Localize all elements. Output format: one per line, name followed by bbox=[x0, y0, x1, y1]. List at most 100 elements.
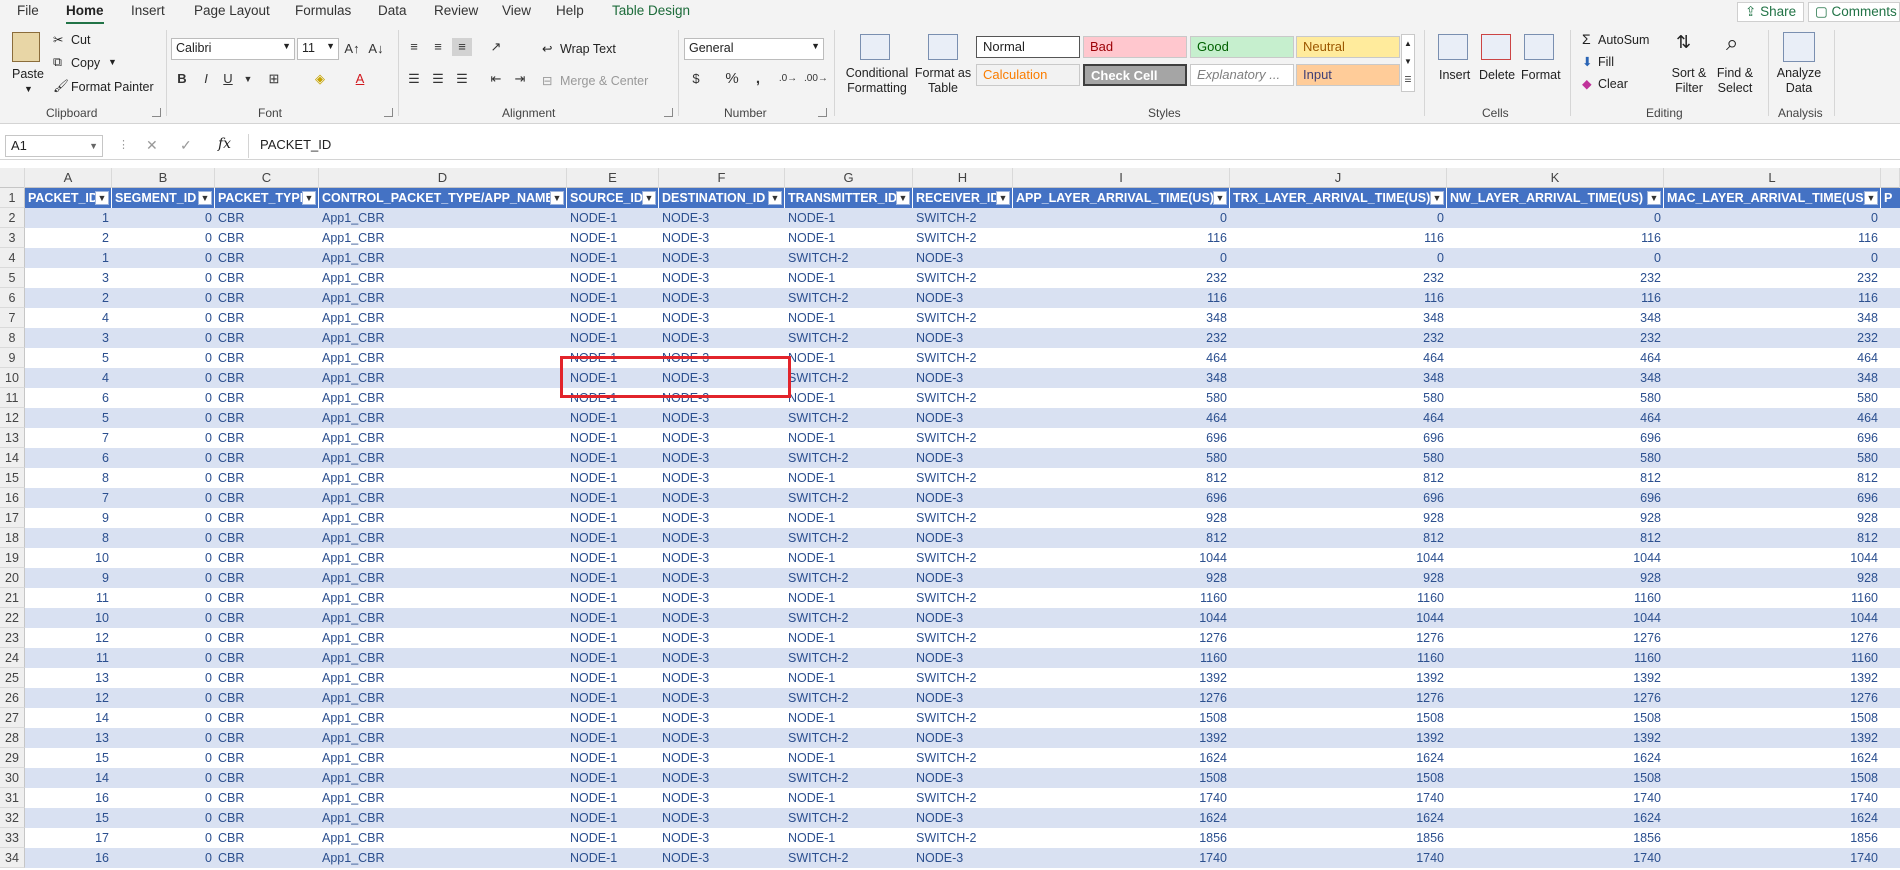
cell-style-calculation[interactable]: Calculation bbox=[976, 64, 1080, 86]
table-cell[interactable]: 15 bbox=[25, 748, 112, 768]
table-cell[interactable]: 0 bbox=[112, 208, 215, 228]
table-cell[interactable]: App1_CBR bbox=[319, 628, 567, 648]
wrap-text-button[interactable]: Wrap Text bbox=[560, 42, 616, 56]
table-cell[interactable]: 0 bbox=[112, 508, 215, 528]
table-cell[interactable]: 812 bbox=[1447, 468, 1664, 488]
table-cell[interactable]: NODE-1 bbox=[785, 668, 913, 688]
table-cell[interactable]: CBR bbox=[215, 508, 319, 528]
table-cell[interactable]: 464 bbox=[1447, 348, 1664, 368]
table-cell-truncated[interactable] bbox=[1881, 628, 1900, 648]
table-cell[interactable]: 348 bbox=[1447, 308, 1664, 328]
more-options-icon[interactable]: ⋮ bbox=[118, 138, 129, 151]
table-cell[interactable]: App1_CBR bbox=[319, 808, 567, 828]
table-cell[interactable]: 696 bbox=[1230, 488, 1447, 508]
column-header-k[interactable]: K bbox=[1447, 168, 1664, 188]
table-cell[interactable]: 0 bbox=[112, 288, 215, 308]
table-cell[interactable]: CBR bbox=[215, 408, 319, 428]
table-cell[interactable]: 10 bbox=[25, 548, 112, 568]
table-cell[interactable]: 232 bbox=[1230, 328, 1447, 348]
table-cell[interactable]: CBR bbox=[215, 588, 319, 608]
table-cell[interactable]: 0 bbox=[112, 768, 215, 788]
table-cell[interactable]: SWITCH-2 bbox=[913, 348, 1013, 368]
row-number[interactable]: 1 bbox=[0, 188, 25, 208]
insert-cells-icon[interactable] bbox=[1438, 34, 1468, 60]
table-cell[interactable]: 1508 bbox=[1230, 768, 1447, 788]
table-cell[interactable]: App1_CBR bbox=[319, 268, 567, 288]
column-header-h[interactable]: H bbox=[913, 168, 1013, 188]
table-cell[interactable]: 2 bbox=[25, 228, 112, 248]
table-cell[interactable]: SWITCH-2 bbox=[913, 388, 1013, 408]
table-cell-truncated[interactable] bbox=[1881, 348, 1900, 368]
row-number[interactable]: 3 bbox=[0, 228, 25, 248]
table-cell[interactable]: 1160 bbox=[1230, 648, 1447, 668]
table-cell[interactable]: SWITCH-2 bbox=[913, 788, 1013, 808]
table-cell[interactable]: SWITCH-2 bbox=[913, 468, 1013, 488]
table-cell[interactable]: NODE-1 bbox=[567, 328, 659, 348]
font-size-select[interactable]: 11 ▼ bbox=[297, 38, 339, 60]
table-cell[interactable]: App1_CBR bbox=[319, 688, 567, 708]
font-color-icon[interactable]: A bbox=[350, 70, 370, 88]
table-cell[interactable]: SWITCH-2 bbox=[785, 728, 913, 748]
table-cell[interactable]: 928 bbox=[1013, 508, 1230, 528]
table-cell[interactable]: 348 bbox=[1447, 368, 1664, 388]
table-cell[interactable]: 8 bbox=[25, 468, 112, 488]
table-cell[interactable]: App1_CBR bbox=[319, 548, 567, 568]
table-cell[interactable]: App1_CBR bbox=[319, 828, 567, 848]
table-cell[interactable]: 348 bbox=[1230, 368, 1447, 388]
table-cell[interactable]: SWITCH-2 bbox=[785, 608, 913, 628]
table-cell-truncated[interactable] bbox=[1881, 308, 1900, 328]
table-cell[interactable]: 348 bbox=[1013, 308, 1230, 328]
table-cell[interactable]: NODE-3 bbox=[659, 208, 785, 228]
formula-input[interactable]: PACKET_ID bbox=[260, 135, 331, 155]
table-cell[interactable]: CBR bbox=[215, 728, 319, 748]
table-cell[interactable]: 232 bbox=[1664, 268, 1881, 288]
table-cell[interactable]: 7 bbox=[25, 428, 112, 448]
table-cell[interactable]: 1508 bbox=[1447, 768, 1664, 788]
table-cell[interactable]: SWITCH-2 bbox=[785, 568, 913, 588]
table-cell[interactable]: NODE-3 bbox=[913, 408, 1013, 428]
table-cell[interactable]: App1_CBR bbox=[319, 248, 567, 268]
table-cell[interactable]: CBR bbox=[215, 308, 319, 328]
table-cell[interactable]: NODE-1 bbox=[785, 428, 913, 448]
table-cell[interactable]: NODE-1 bbox=[567, 488, 659, 508]
table-cell[interactable]: App1_CBR bbox=[319, 708, 567, 728]
table-cell[interactable]: App1_CBR bbox=[319, 848, 567, 868]
table-cell[interactable]: App1_CBR bbox=[319, 228, 567, 248]
table-cell[interactable]: 1392 bbox=[1447, 668, 1664, 688]
insert-cells-button[interactable]: Insert bbox=[1439, 68, 1470, 82]
table-cell[interactable]: 1160 bbox=[1447, 588, 1664, 608]
alignment-launcher-icon[interactable] bbox=[664, 108, 673, 117]
conditional-formatting-button[interactable]: Conditional Formatting bbox=[842, 66, 912, 96]
table-cell-truncated[interactable] bbox=[1881, 388, 1900, 408]
merge-center-button[interactable]: Merge & Center bbox=[560, 74, 648, 88]
filter-dropdown-icon[interactable]: ▼ bbox=[550, 191, 564, 205]
table-cell[interactable]: NODE-3 bbox=[659, 588, 785, 608]
table-cell[interactable]: NODE-3 bbox=[659, 668, 785, 688]
enter-icon[interactable]: ✓ bbox=[180, 137, 192, 154]
filter-dropdown-icon[interactable]: ▼ bbox=[302, 191, 316, 205]
table-cell[interactable]: 5 bbox=[25, 408, 112, 428]
table-cell[interactable]: App1_CBR bbox=[319, 748, 567, 768]
table-cell[interactable]: 812 bbox=[1664, 528, 1881, 548]
table-cell[interactable]: App1_CBR bbox=[319, 488, 567, 508]
tab-insert[interactable]: Insert bbox=[131, 3, 165, 18]
sort-filter-button[interactable]: Sort & Filter bbox=[1664, 66, 1714, 96]
table-cell[interactable]: 696 bbox=[1447, 428, 1664, 448]
align-center-icon[interactable]: ☰ bbox=[428, 70, 448, 88]
italic-button[interactable]: I bbox=[196, 70, 216, 88]
table-cell[interactable]: 0 bbox=[112, 228, 215, 248]
table-cell[interactable]: NODE-3 bbox=[659, 848, 785, 868]
table-cell[interactable]: 116 bbox=[1013, 288, 1230, 308]
tab-file[interactable]: File bbox=[17, 3, 39, 18]
table-cell[interactable]: SWITCH-2 bbox=[785, 848, 913, 868]
table-cell[interactable]: 0 bbox=[1013, 248, 1230, 268]
table-cell[interactable]: 348 bbox=[1230, 308, 1447, 328]
table-cell[interactable]: 1044 bbox=[1447, 608, 1664, 628]
top-align-icon[interactable]: ≡ bbox=[404, 38, 424, 56]
table-cell[interactable]: NODE-3 bbox=[659, 268, 785, 288]
filter-dropdown-icon[interactable]: ▼ bbox=[1647, 191, 1661, 205]
table-cell[interactable]: 16 bbox=[25, 848, 112, 868]
table-cell[interactable]: 1044 bbox=[1013, 608, 1230, 628]
table-cell[interactable]: NODE-3 bbox=[913, 608, 1013, 628]
tab-view[interactable]: View bbox=[502, 3, 531, 18]
